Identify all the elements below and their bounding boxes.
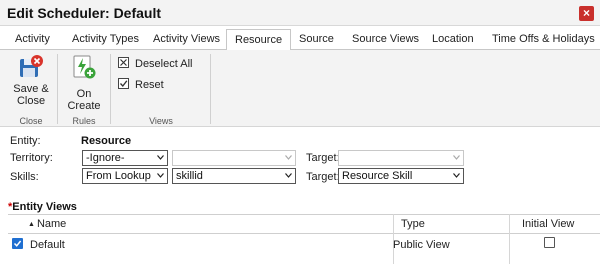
tab-source[interactable]: Source bbox=[299, 29, 334, 50]
save-close-label-line1: Save & bbox=[13, 83, 49, 95]
on-create-label: On Create bbox=[67, 88, 101, 112]
save-close-label-line2: Close bbox=[16, 95, 46, 107]
territory-target-label: Target: bbox=[306, 152, 340, 164]
sort-ascending-icon: ▲ bbox=[28, 221, 35, 228]
entity-views-title: *Entity Views bbox=[8, 201, 77, 213]
deselect-all-button[interactable]: Deselect All bbox=[118, 56, 192, 72]
tab-strip: Activity Activity Types Activity Views R… bbox=[0, 29, 600, 51]
group-label-rules: Rules bbox=[72, 116, 96, 126]
save-close-icon bbox=[18, 54, 44, 80]
tab-activity-types[interactable]: Activity Types bbox=[72, 29, 139, 50]
reset-button[interactable]: Reset bbox=[118, 77, 164, 93]
ribbon-divider bbox=[57, 54, 58, 124]
entity-views-grid: ▲ Name Type Initial View Default Public V… bbox=[8, 214, 600, 264]
column-header-name-label: Name bbox=[36, 218, 67, 230]
window-title: Edit Scheduler: Default bbox=[7, 5, 162, 21]
tab-location[interactable]: Location bbox=[432, 29, 474, 50]
skills-target-select[interactable]: Resource Skill bbox=[338, 168, 464, 184]
entity-label: Entity: bbox=[10, 135, 41, 147]
skills-field-select[interactable]: skillid bbox=[172, 168, 296, 184]
checkmark-icon bbox=[13, 240, 22, 247]
deselect-all-label: Deselect All bbox=[135, 58, 193, 70]
grid-header: ▲ Name Type Initial View bbox=[8, 214, 600, 234]
tab-source-views[interactable]: Source Views bbox=[352, 29, 419, 50]
row-type: Public View bbox=[393, 239, 450, 251]
group-label-views: Views bbox=[149, 116, 173, 126]
tab-resource[interactable]: Resource bbox=[226, 29, 292, 51]
territory-label: Territory: bbox=[10, 152, 53, 164]
chevron-down-icon bbox=[285, 173, 292, 178]
territory-select[interactable]: -Ignore- bbox=[82, 150, 168, 166]
table-row[interactable]: Default Public View bbox=[8, 235, 600, 255]
ribbon-divider bbox=[110, 54, 111, 124]
column-header-name[interactable]: ▲ Name bbox=[28, 215, 66, 234]
chevron-down-icon bbox=[157, 173, 164, 178]
on-create-icon bbox=[71, 54, 97, 80]
title-bar: Edit Scheduler: Default × bbox=[0, 0, 600, 26]
initial-view-checkbox[interactable] bbox=[544, 237, 555, 248]
column-header-initial-view[interactable]: Initial View bbox=[522, 215, 574, 234]
skills-target-label: Target: bbox=[306, 171, 340, 183]
deselect-all-icon bbox=[118, 57, 129, 68]
skills-field-value: skillid bbox=[176, 170, 203, 182]
column-header-type[interactable]: Type bbox=[401, 215, 425, 234]
chevron-down-icon bbox=[157, 155, 164, 160]
entity-value: Resource bbox=[81, 135, 132, 147]
skills-select-value: From Lookup bbox=[86, 170, 151, 182]
close-icon: × bbox=[582, 6, 590, 20]
territory-secondary-select[interactable] bbox=[172, 150, 296, 166]
on-create-button[interactable]: On Create bbox=[61, 54, 107, 112]
chevron-down-icon bbox=[453, 155, 460, 160]
close-button[interactable]: × bbox=[579, 6, 594, 21]
ribbon-divider bbox=[210, 54, 211, 124]
tab-activity-views[interactable]: Activity Views bbox=[153, 29, 220, 50]
skills-target-value: Resource Skill bbox=[342, 170, 413, 182]
row-name: Default bbox=[30, 239, 65, 251]
chevron-down-icon bbox=[285, 155, 292, 160]
skills-select[interactable]: From Lookup bbox=[82, 168, 168, 184]
reset-icon bbox=[118, 78, 129, 89]
reset-label: Reset bbox=[135, 79, 164, 91]
entity-views-title-text: Entity Views bbox=[12, 201, 77, 213]
territory-select-value: -Ignore- bbox=[86, 152, 125, 164]
save-close-button[interactable]: Save & Close bbox=[10, 54, 52, 107]
row-select-checkbox[interactable] bbox=[12, 238, 23, 249]
tab-time-offs-holidays[interactable]: Time Offs & Holidays bbox=[492, 29, 595, 50]
chevron-down-icon bbox=[453, 173, 460, 178]
skills-label: Skills: bbox=[10, 171, 39, 183]
tab-activity[interactable]: Activity bbox=[15, 29, 50, 50]
ribbon: Save & Close Close On Create Rules Desel… bbox=[0, 50, 600, 127]
territory-target-select[interactable] bbox=[338, 150, 464, 166]
group-label-close: Close bbox=[19, 116, 43, 126]
